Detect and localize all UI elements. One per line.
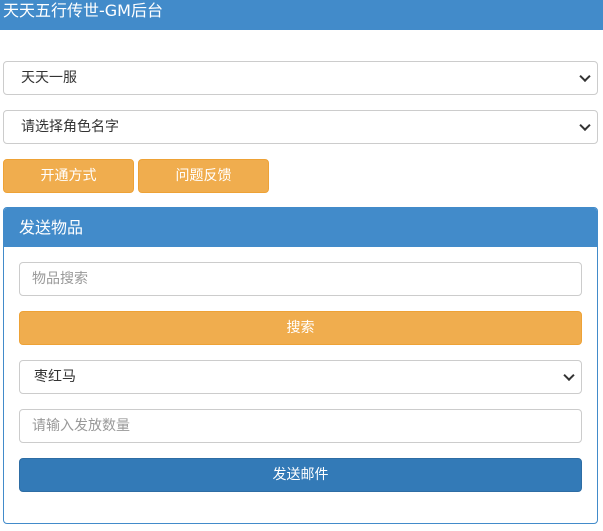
open-method-button[interactable]: 开通方式 (3, 159, 134, 193)
chevron-down-icon (579, 119, 591, 132)
search-button[interactable]: 搜索 (19, 311, 582, 345)
item-select-value: 枣红马 (34, 369, 76, 385)
role-select-value: 请选择角色名字 (21, 119, 119, 135)
server-select-value: 天天一服 (21, 70, 77, 86)
panel-title: 发送物品 (19, 218, 84, 237)
send-items-panel: 发送物品 物品搜索 搜索 枣红马 请输入发放数量 发送邮件 (3, 207, 598, 524)
panel-heading: 发送物品 (4, 208, 597, 247)
app-header: 天天五行传世-GM后台 (0, 0, 603, 30)
send-mail-button[interactable]: 发送邮件 (19, 458, 582, 492)
item-select[interactable]: 枣红马 (19, 360, 582, 394)
chevron-down-icon (563, 369, 575, 382)
quantity-input[interactable]: 请输入发放数量 (19, 409, 582, 443)
chevron-down-icon (579, 70, 591, 83)
item-search-input[interactable]: 物品搜索 (19, 262, 582, 296)
item-search-placeholder: 物品搜索 (32, 271, 88, 287)
role-select[interactable]: 请选择角色名字 (3, 110, 598, 144)
app-title: 天天五行传世-GM后台 (3, 1, 163, 20)
quantity-placeholder: 请输入发放数量 (32, 418, 130, 434)
server-select[interactable]: 天天一服 (3, 61, 598, 95)
feedback-button[interactable]: 问题反馈 (138, 159, 269, 193)
